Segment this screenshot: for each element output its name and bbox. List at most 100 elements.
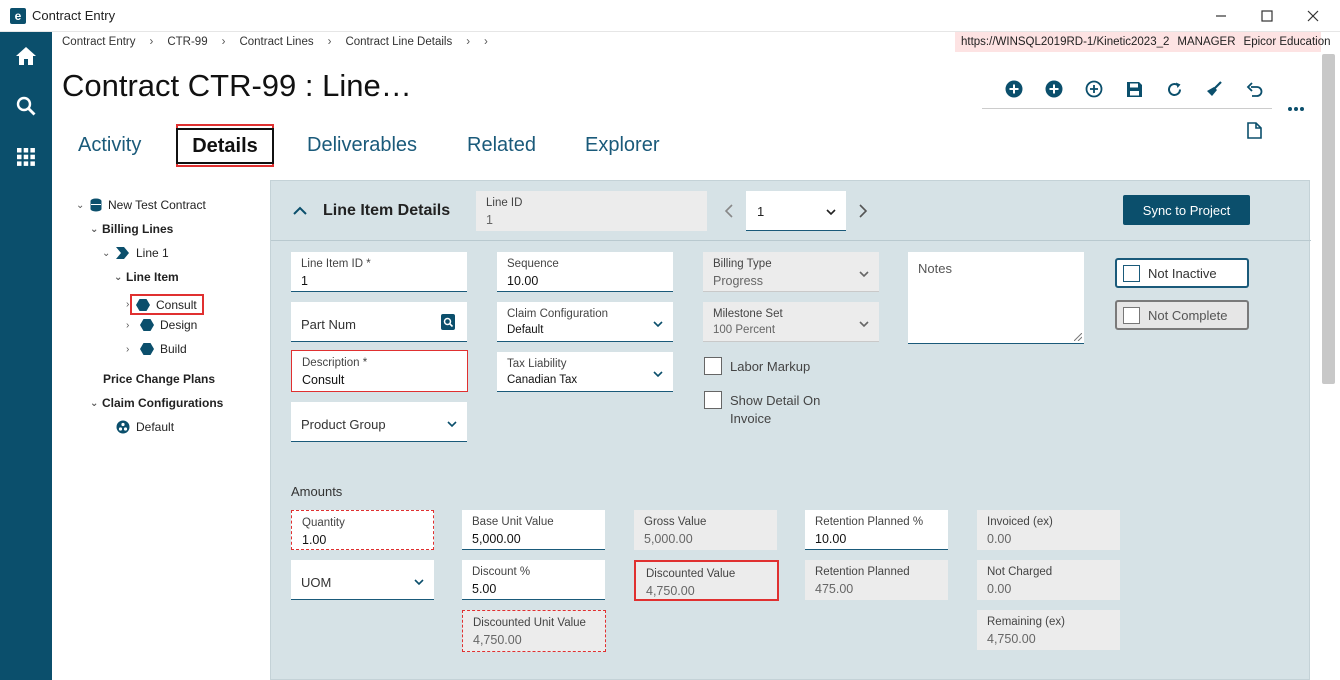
chevron-down-icon [414, 579, 424, 586]
search-button[interactable] [0, 84, 52, 128]
clear-button[interactable] [1203, 78, 1225, 100]
close-button[interactable] [1290, 0, 1336, 32]
tab-activity[interactable]: Activity [78, 134, 141, 157]
add-new-button[interactable] [1003, 78, 1025, 100]
field-label: Discounted Unit Value [473, 617, 586, 629]
breadcrumb-chevron-icon: › [327, 36, 332, 48]
field-label: Billing Type [713, 258, 772, 270]
product-group-dropdown[interactable]: Product Group [291, 402, 467, 442]
chevron-right-icon[interactable]: › [126, 344, 138, 355]
tree-node-contract[interactable]: ⌄ New Test Contract [76, 198, 206, 212]
labor-markup-label: Labor Markup [730, 359, 811, 374]
description-field[interactable]: Description * Consult [291, 350, 468, 392]
database-icon [90, 198, 102, 212]
hexagon-icon [140, 319, 154, 331]
breadcrumb-item[interactable]: Contract Line Details [345, 36, 452, 48]
resize-grip-icon[interactable] [1074, 333, 1082, 341]
tab-deliverables[interactable]: Deliverables [307, 134, 417, 157]
field-label: Invoiced (ex) [987, 516, 1053, 528]
maximize-button[interactable] [1244, 0, 1290, 32]
close-icon [1307, 10, 1319, 22]
chevron-down-icon [859, 321, 869, 328]
claim-configuration-dropdown[interactable]: Claim Configuration Default [497, 302, 673, 342]
home-icon [16, 47, 36, 65]
chevron-down-icon[interactable]: ⌄ [114, 272, 126, 283]
minimize-button[interactable] [1198, 0, 1244, 32]
field-value: 5.00 [472, 582, 497, 596]
tab-details-label: Details [176, 127, 274, 164]
sequence-field[interactable]: Sequence 10.00 [497, 252, 673, 292]
field-label: Description * [302, 357, 368, 369]
uom-dropdown[interactable]: UOM [291, 560, 434, 600]
chevron-down-icon[interactable]: ⌄ [90, 398, 102, 409]
retention-planned-percent-field[interactable]: Retention Planned % 10.00 [805, 510, 948, 550]
tree-node-build[interactable]: › Build [126, 342, 187, 356]
home-button[interactable] [0, 34, 52, 78]
tree-node-label: Claim Configurations [102, 396, 224, 410]
sync-to-project-button[interactable]: Sync to Project [1123, 195, 1250, 225]
part-num-field[interactable]: Part Num [291, 302, 467, 342]
tree-node-label: Billing Lines [102, 222, 174, 236]
not-complete-toggle[interactable]: Not Complete [1115, 300, 1249, 330]
base-unit-value-field[interactable]: Base Unit Value 5,000.00 [462, 510, 605, 550]
tree-node-design[interactable]: › Design [126, 318, 197, 332]
discount-percent-field[interactable]: Discount % 5.00 [462, 560, 605, 600]
field-label: Discounted Value [646, 568, 736, 580]
tree-node-label: Default [136, 420, 175, 434]
labor-markup-checkbox[interactable] [704, 357, 722, 375]
hexagon-icon [140, 343, 154, 355]
notes-textarea[interactable]: Notes [908, 252, 1084, 344]
field-value: Consult [302, 373, 345, 387]
chevron-down-icon[interactable]: ⌄ [76, 200, 88, 211]
field-value: Default [507, 324, 544, 336]
document-icon [1246, 121, 1262, 139]
billing-type-dropdown[interactable]: Billing Type Progress [703, 252, 879, 292]
show-detail-on-invoice-checkbox[interactable] [704, 391, 722, 409]
chevron-down-icon[interactable]: ⌄ [90, 224, 102, 235]
tree-node-consult[interactable]: › Consult [126, 294, 204, 315]
breadcrumb-item[interactable]: Contract Lines [239, 36, 313, 48]
app-logo-icon: e [10, 7, 26, 24]
more-options-button[interactable] [1285, 98, 1307, 120]
milestone-set-dropdown[interactable]: Milestone Set 100 Percent [703, 302, 879, 342]
notes-page-button[interactable] [1243, 119, 1265, 141]
tree-node-claim-configurations[interactable]: ⌄ Claim Configurations [90, 396, 223, 410]
quantity-field[interactable]: Quantity 1.00 [291, 510, 434, 550]
not-inactive-toggle[interactable]: Not Inactive [1115, 258, 1249, 288]
page-scrollbar-thumb[interactable] [1322, 54, 1335, 384]
tree-node-price-change-plans[interactable]: Price Change Plans [103, 372, 215, 386]
field-placeholder: Product Group [301, 417, 386, 432]
search-part-icon[interactable] [441, 314, 455, 330]
next-chevron-icon[interactable] [858, 204, 868, 218]
add-child-button[interactable] [1043, 78, 1065, 100]
tree-node-line-item[interactable]: ⌄ Line Item [114, 270, 179, 284]
save-icon [1126, 81, 1142, 97]
field-value: 4,750.00 [473, 633, 522, 647]
panel-header: Line Item Details Line ID 1 1 Sync to Pr… [271, 181, 1311, 241]
breadcrumb-item[interactable]: CTR-99 [167, 36, 207, 48]
tree-node-label: Line Item [126, 270, 179, 284]
tab-related[interactable]: Related [467, 134, 536, 157]
line-item-id-field[interactable]: Line Item ID * 1 [291, 252, 467, 292]
apps-menu-button[interactable] [0, 135, 52, 179]
field-value: 10.00 [815, 532, 847, 546]
breadcrumb-item[interactable]: Contract Entry [62, 36, 136, 48]
invoiced-ex-field: Invoiced (ex) 0.00 [977, 510, 1120, 550]
tree-node-default[interactable]: Default [116, 420, 174, 434]
refresh-button[interactable] [1163, 78, 1185, 100]
tab-details[interactable]: Details [176, 124, 274, 167]
chevron-down-icon[interactable]: ⌄ [102, 248, 114, 259]
tree-node-line1[interactable]: ⌄ Line 1 [102, 246, 169, 260]
previous-chevron-icon[interactable] [724, 204, 734, 218]
tax-liability-dropdown[interactable]: Tax Liability Canadian Tax [497, 352, 673, 392]
tree-node-billing-lines[interactable]: ⌄ Billing Lines [90, 222, 173, 236]
field-value: 0.00 [987, 532, 1012, 546]
field-label: Line Item ID * [301, 258, 371, 270]
collapse-chevron-icon[interactable] [293, 206, 307, 216]
undo-button[interactable] [1243, 78, 1265, 100]
save-button[interactable] [1123, 78, 1145, 100]
tab-explorer[interactable]: Explorer [585, 134, 659, 157]
chevron-right-icon[interactable]: › [126, 320, 138, 331]
add-item-button[interactable] [1083, 78, 1105, 100]
line-selector-dropdown[interactable]: 1 [746, 191, 846, 231]
